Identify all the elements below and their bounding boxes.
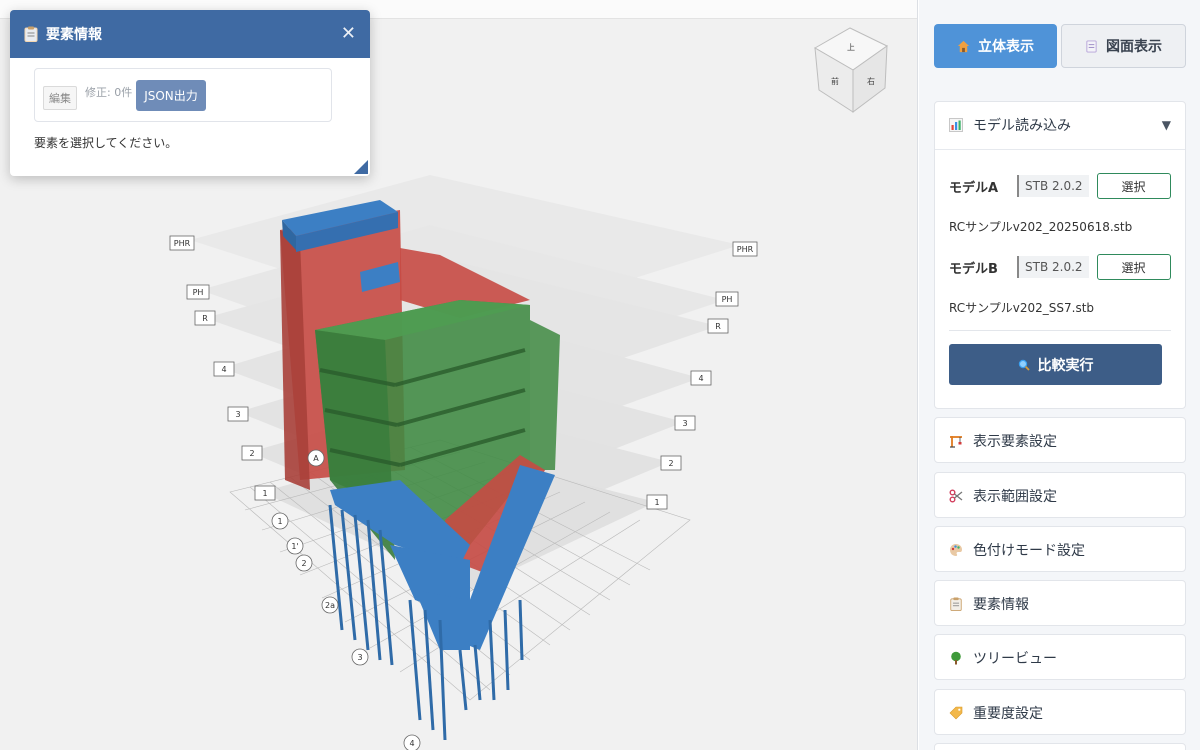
select-element-hint: 要素を選択してください。	[34, 136, 178, 150]
model-b-version: STB 2.0.2	[1017, 256, 1089, 278]
svg-text:右: 右	[867, 76, 875, 86]
divider	[949, 330, 1171, 331]
run-compare-label: 比較実行	[1037, 357, 1094, 374]
model-load-section: モデル読み込み ▼ モデルA STB 2.0.2 選択 RCサンプルv202_2…	[934, 101, 1186, 409]
level-tag: 4	[221, 365, 226, 374]
importance-settings[interactable]: 重要度設定	[934, 689, 1186, 735]
divider	[935, 149, 1185, 150]
level-tag: 1	[654, 498, 659, 507]
model-b-label: モデルB	[949, 261, 998, 277]
close-icon[interactable]: ✕	[341, 25, 356, 43]
model-a-label: モデルA	[949, 180, 999, 196]
view-cube-icon[interactable]: 上 前 右	[813, 27, 888, 113]
clipboard-icon	[24, 26, 38, 42]
level-tag: 1	[262, 489, 267, 498]
grid-axis-label: 2a	[325, 601, 335, 610]
model-a-row: モデルA STB 2.0.2 選択	[949, 173, 1173, 199]
level-tag: PHR	[174, 239, 191, 248]
document-icon	[1086, 39, 1097, 53]
display-elements-settings[interactable]: 表示要素設定	[934, 417, 1186, 463]
level-tag: 3	[235, 410, 240, 419]
collapse-arrow-icon[interactable]: ▼	[1162, 118, 1171, 132]
model-b-filename: RCサンプルv202_SS7.stb	[949, 301, 1095, 315]
svg-text:前: 前	[831, 76, 839, 86]
model-load-label: モデル読み込み	[973, 117, 1071, 134]
menu-card-partial	[934, 743, 1186, 750]
model-a-filename: RCサンプルv202_20250618.stb	[949, 220, 1133, 234]
model-a-select-button[interactable]: 選択	[1096, 173, 1171, 199]
grid-axis-label: 3	[357, 653, 362, 662]
level-tag: PH	[722, 295, 733, 304]
level-tag: R	[715, 322, 721, 331]
model-b-select-button[interactable]: 選択	[1096, 254, 1171, 280]
display-range-label: 表示範囲設定	[973, 488, 1057, 505]
tree-view-label: ツリービュー	[973, 650, 1057, 667]
tag-icon	[949, 706, 963, 719]
level-tag: PHR	[737, 245, 754, 254]
model-b-row: モデルB STB 2.0.2 選択	[949, 254, 1173, 280]
level-tag: R	[202, 314, 208, 323]
bar-chart-icon	[949, 117, 963, 132]
level-tag: PH	[193, 288, 204, 297]
element-info-menu-label: 要素情報	[973, 596, 1029, 613]
json-export-button[interactable]: JSON出力	[136, 79, 206, 111]
house-icon	[957, 40, 970, 52]
element-info-menu[interactable]: 要素情報	[934, 580, 1186, 626]
level-tag: 4	[698, 374, 703, 383]
model-load-header[interactable]: モデル読み込み ▼	[935, 102, 1185, 147]
tab-3d-view[interactable]: 立体表示	[934, 24, 1057, 68]
clipboard-icon	[950, 596, 962, 611]
model-a-version: STB 2.0.2	[1017, 175, 1089, 197]
control-sidebar: 立体表示 図面表示 モデル読み込み ▼ モデルA STB 2.0.2 選択 RC…	[919, 0, 1200, 750]
modified-count: 修正: 0件	[85, 86, 133, 99]
crane-icon	[950, 435, 962, 448]
view-mode-tabs: 立体表示 図面表示	[934, 24, 1186, 68]
grid-axis-label: A	[313, 454, 319, 463]
element-info-toolbar: 編集 修正: 0件 JSON出力	[34, 68, 332, 122]
tree-view-menu[interactable]: ツリービュー	[934, 634, 1186, 680]
level-tag: 2	[249, 449, 254, 458]
model-3d-viewport[interactable]: PHR PH R 4 3 2 1 PHR PH R 4 3 2 1 A 1 1'…	[0, 0, 918, 750]
element-info-title: 要素情報	[46, 27, 102, 43]
importance-settings-label: 重要度設定	[973, 705, 1043, 722]
svg-text:上: 上	[847, 43, 855, 52]
level-tag: 3	[682, 419, 687, 428]
tab-3d-view-label: 立体表示	[978, 39, 1034, 55]
element-info-panel-header[interactable]: 要素情報 ✕	[10, 10, 370, 58]
display-elements-label: 表示要素設定	[973, 433, 1057, 450]
color-mode-settings[interactable]: 色付けモード設定	[934, 526, 1186, 572]
level-tag: 2	[668, 459, 673, 468]
element-info-panel[interactable]: 要素情報 ✕ 編集 修正: 0件 JSON出力 要素を選択してください。	[10, 10, 370, 176]
tree-icon	[951, 651, 961, 664]
tab-drawing-view-label: 図面表示	[1106, 39, 1162, 55]
magnifier-icon	[1018, 359, 1030, 371]
palette-icon	[950, 543, 962, 556]
tab-drawing-view[interactable]: 図面表示	[1061, 24, 1186, 68]
edit-button[interactable]: 編集	[43, 86, 77, 110]
run-compare-button[interactable]: 比較実行	[949, 344, 1162, 385]
grid-axis-label: 1'	[291, 542, 298, 551]
scissors-icon	[949, 489, 963, 502]
grid-axis-label: 1	[277, 517, 282, 526]
resize-handle[interactable]	[354, 160, 368, 174]
color-mode-label: 色付けモード設定	[973, 542, 1085, 559]
grid-axis-label: 2	[301, 559, 306, 568]
grid-axis-label: 4	[409, 739, 414, 748]
display-range-settings[interactable]: 表示範囲設定	[934, 472, 1186, 518]
